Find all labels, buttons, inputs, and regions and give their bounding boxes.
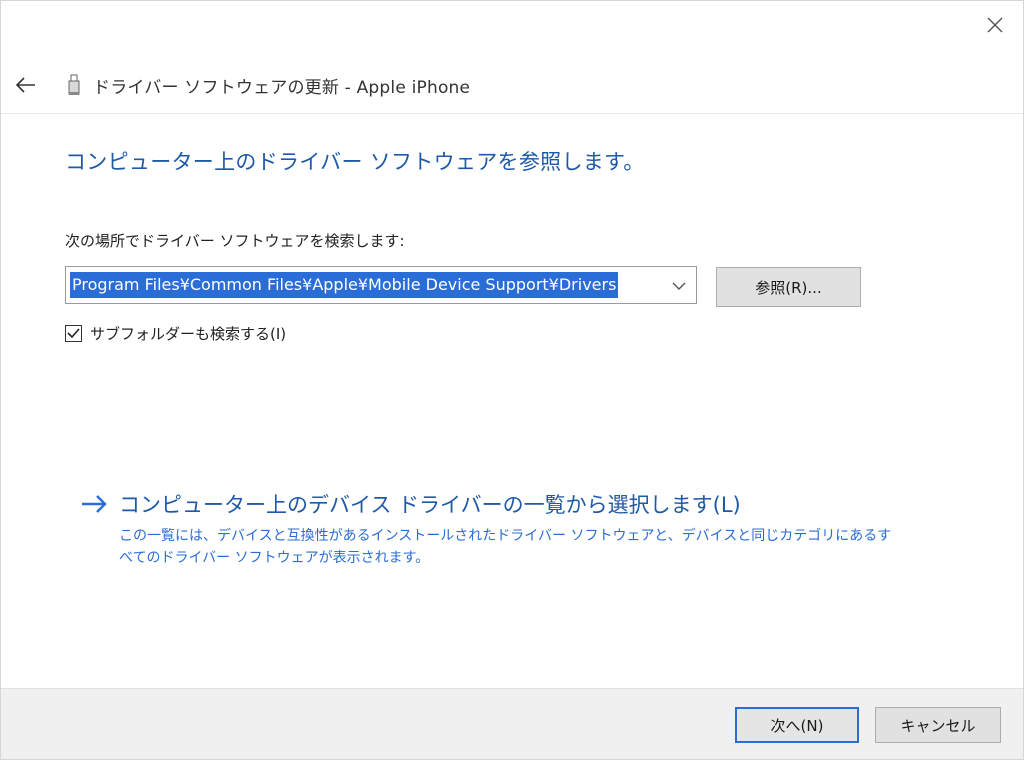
browse-button[interactable]: 参照(R)... (716, 267, 861, 307)
chevron-down-icon (672, 282, 686, 290)
back-arrow-icon (15, 77, 35, 93)
search-location-label: 次の場所でドライバー ソフトウェアを検索します: (65, 232, 405, 250)
select-list-title-row[interactable]: コンピューター上のデバイス ドライバーの一覧から選択します(L) (79, 489, 919, 519)
driver-path-combobox[interactable]: Program Files¥Common Files¥Apple¥Mobile … (65, 266, 697, 304)
close-button[interactable] (981, 11, 1009, 39)
checkmark-icon (67, 328, 80, 339)
cancel-button[interactable]: キャンセル (875, 707, 1001, 743)
include-subfolders-checkbox[interactable] (65, 325, 82, 342)
next-button[interactable]: 次へ(N) (735, 707, 859, 743)
usb-device-icon (67, 74, 81, 96)
include-subfolders-label: サブフォルダーも検索する(I) (90, 325, 287, 343)
select-list-title[interactable]: コンピューター上のデバイス ドライバーの一覧から選択します(L) (119, 489, 741, 519)
driver-update-window: ドライバー ソフトウェアの更新 - Apple iPhone コンピューター上の… (0, 0, 1024, 760)
dialog-footer: 次へ(N) キャンセル (1, 688, 1023, 759)
window-title: ドライバー ソフトウェアの更新 - Apple iPhone (93, 77, 471, 98)
driver-path-value[interactable]: Program Files¥Common Files¥Apple¥Mobile … (70, 272, 619, 298)
title-bar: ドライバー ソフトウェアの更新 - Apple iPhone (1, 57, 1023, 114)
page-heading: コンピューター上のドライバー ソフトウェアを参照します。 (65, 150, 645, 174)
path-dropdown-button[interactable] (668, 275, 690, 297)
select-list-description: この一覧には、デバイスと互換性があるインストールされたドライバー ソフトウェアと… (119, 528, 892, 566)
close-icon (987, 17, 1003, 33)
back-button[interactable] (11, 70, 41, 100)
include-subfolders-option[interactable]: サブフォルダーも検索する(I) (65, 323, 286, 344)
right-arrow-icon (79, 492, 109, 516)
select-from-list-link[interactable]: コンピューター上のデバイス ドライバーの一覧から選択します(L) この一覧には、… (79, 489, 919, 569)
